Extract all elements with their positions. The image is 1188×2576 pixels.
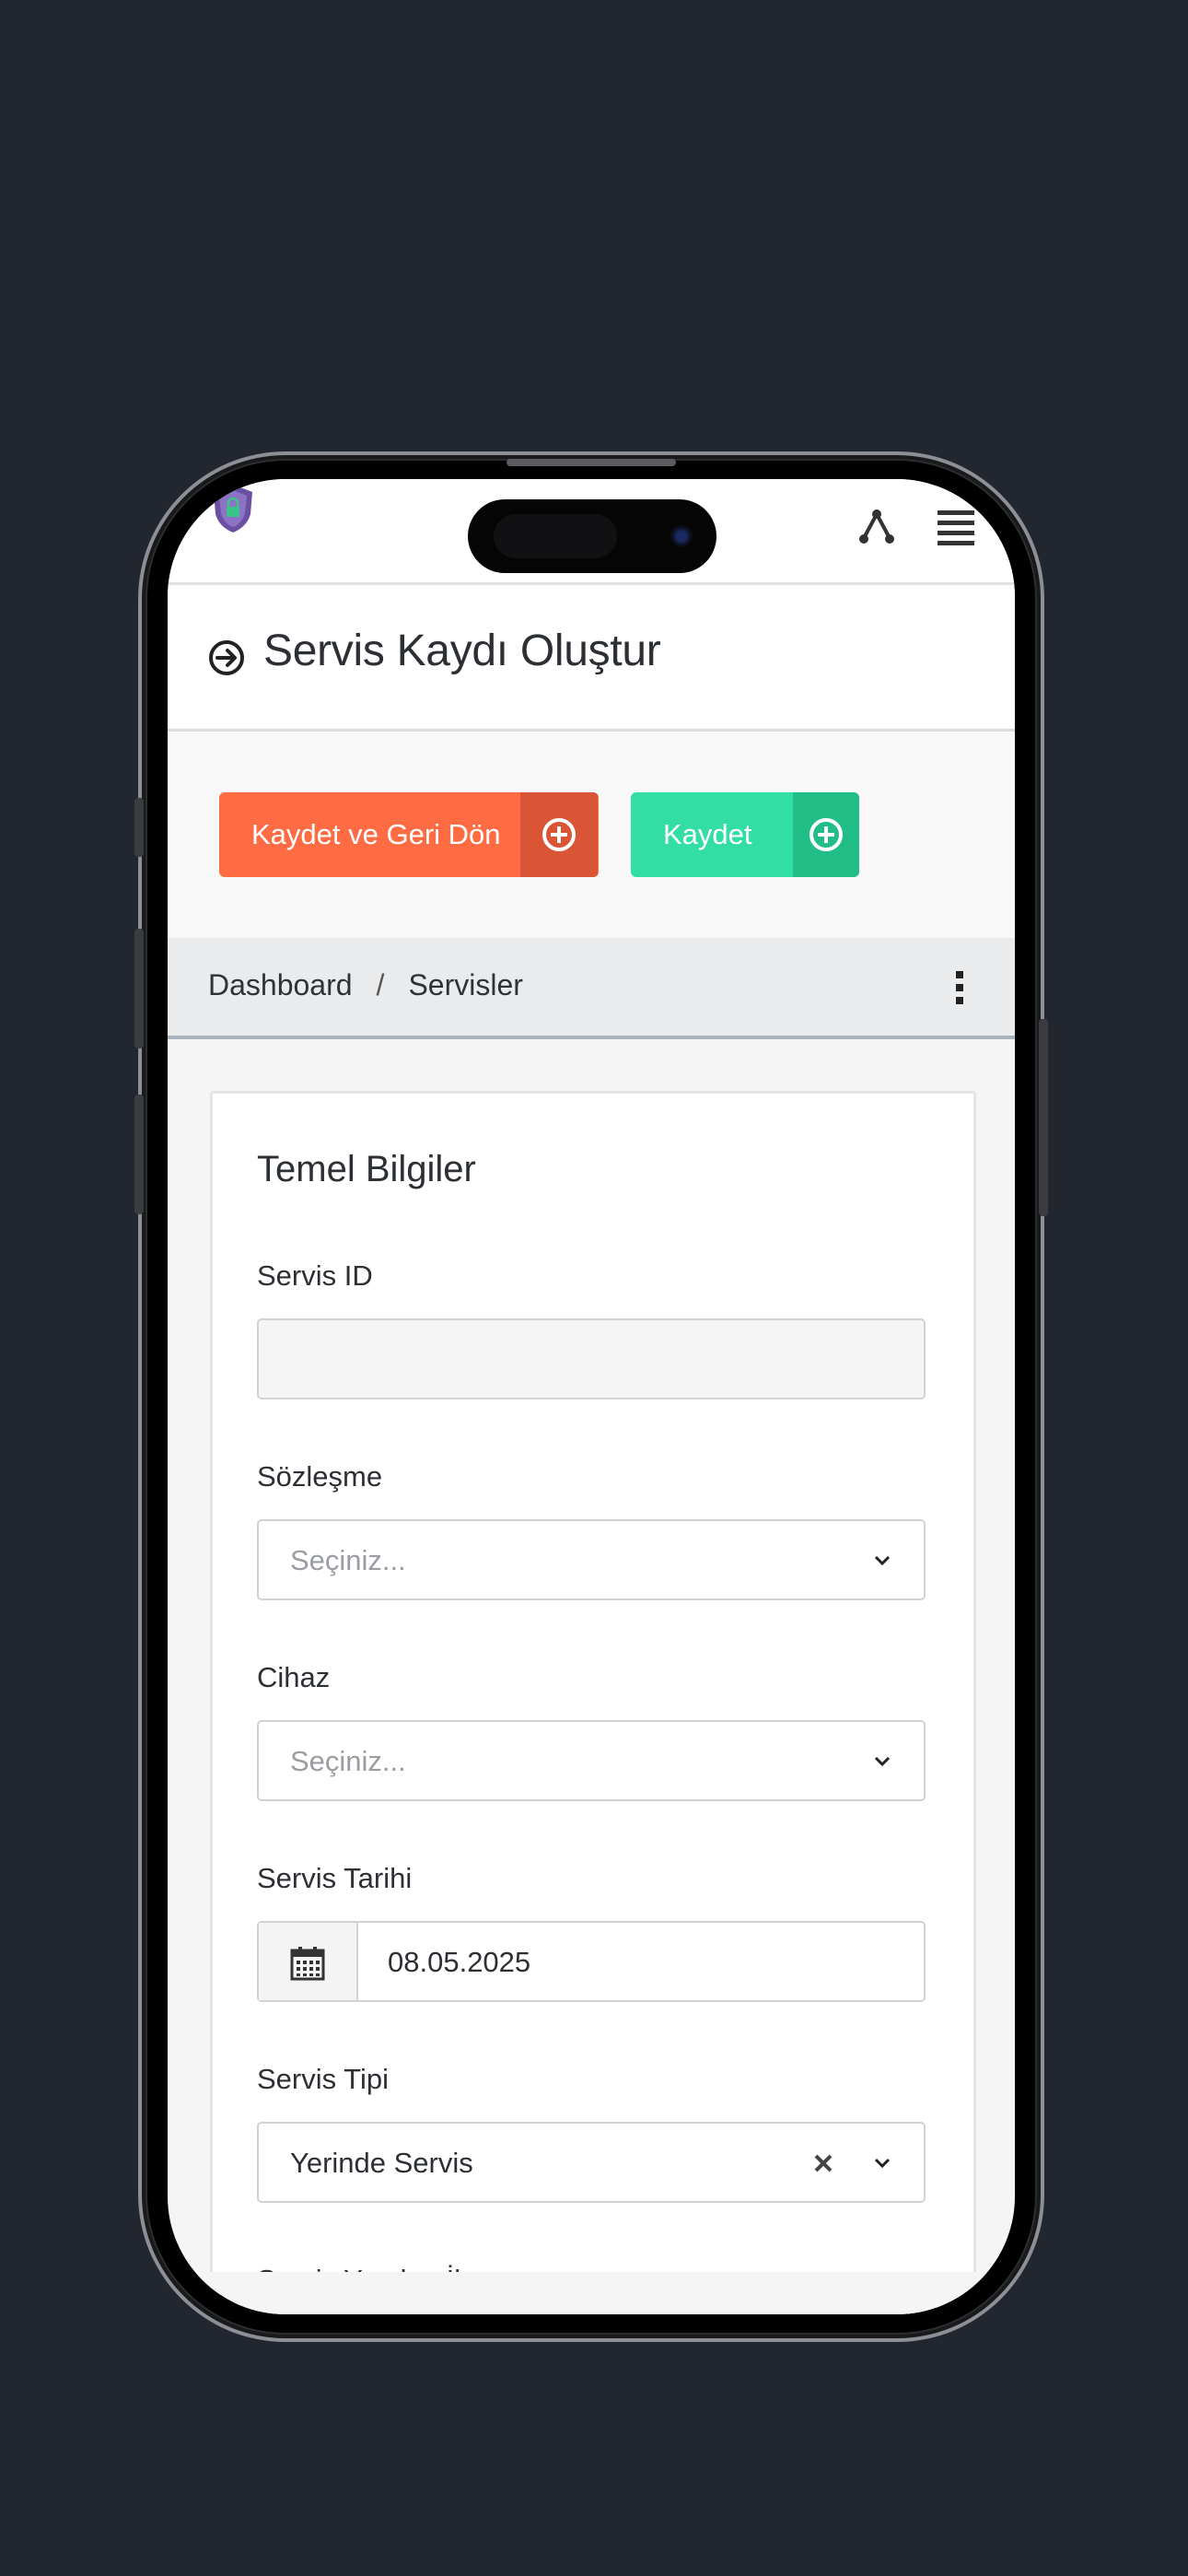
breadcrumb-trail: Dashboard / Servisler bbox=[208, 968, 523, 1002]
section-title: Temel Bilgiler bbox=[257, 1149, 476, 1189]
volume-down-button bbox=[134, 1095, 144, 1214]
app-screen: Servis Kaydı Oluştur Kaydet ve Geri Dön … bbox=[168, 479, 1015, 2314]
servis-tarihi-value: 08.05.2025 bbox=[388, 1946, 531, 1978]
arrow-right-circle-icon bbox=[209, 640, 244, 675]
bottom-safe-area bbox=[168, 2272, 1015, 2314]
more-options-icon[interactable] bbox=[952, 969, 967, 1006]
close-icon[interactable] bbox=[811, 2151, 835, 2175]
chevron-down-icon bbox=[874, 2158, 891, 2169]
servis-tipi-label: Servis Tipi bbox=[257, 2063, 389, 2095]
network-icon[interactable] bbox=[856, 507, 897, 547]
page-header: Servis Kaydı Oluştur bbox=[168, 585, 1015, 732]
chevron-down-icon bbox=[874, 1555, 891, 1566]
island-sensor bbox=[494, 514, 617, 558]
earpiece-speaker bbox=[507, 459, 676, 466]
page-title: Servis Kaydı Oluştur bbox=[263, 626, 661, 675]
shield-logo-icon[interactable] bbox=[210, 483, 256, 534]
breadcrumb-item-servisler[interactable]: Servisler bbox=[408, 968, 522, 1001]
chevron-down-icon bbox=[874, 1756, 891, 1767]
cihaz-label: Cihaz bbox=[257, 1661, 331, 1693]
servis-id-label: Servis ID bbox=[257, 1259, 373, 1292]
save-and-back-button[interactable]: Kaydet ve Geri Dön bbox=[219, 792, 599, 877]
action-button bbox=[134, 798, 144, 857]
front-camera bbox=[670, 525, 693, 547]
action-bar: Kaydet ve Geri Dön Kaydet bbox=[168, 732, 1015, 938]
servis-id-input[interactable] bbox=[257, 1318, 926, 1399]
breadcrumb-separator: / bbox=[376, 968, 385, 1001]
servis-tarihi-label: Servis Tarihi bbox=[257, 1862, 413, 1894]
hamburger-menu-icon[interactable] bbox=[936, 507, 976, 547]
calendar-button[interactable] bbox=[259, 1923, 358, 2000]
breadcrumb: Dashboard / Servisler bbox=[168, 938, 1015, 1039]
sozlesme-placeholder: Seçiniz... bbox=[290, 1544, 406, 1576]
breadcrumb-item-dashboard[interactable]: Dashboard bbox=[208, 968, 353, 1001]
volume-up-button bbox=[134, 929, 144, 1048]
cihaz-select[interactable]: Seçiniz... bbox=[257, 1720, 926, 1801]
plus-circle-icon bbox=[520, 792, 598, 877]
servis-tipi-select[interactable]: Yerinde Servis bbox=[257, 2122, 926, 2203]
save-button[interactable]: Kaydet bbox=[631, 792, 859, 877]
sozlesme-label: Sözleşme bbox=[257, 1460, 383, 1493]
power-button bbox=[1039, 1019, 1048, 1216]
servis-tarihi-input[interactable]: 08.05.2025 bbox=[257, 1921, 926, 2002]
form-card: Temel Bilgiler Servis ID Sözleşme Seçini… bbox=[210, 1091, 976, 2314]
calendar-icon bbox=[290, 1947, 325, 1981]
save-label: Kaydet bbox=[663, 818, 752, 850]
servis-tipi-value: Yerinde Servis bbox=[290, 2147, 473, 2179]
dynamic-island bbox=[468, 499, 716, 573]
cihaz-placeholder: Seçiniz... bbox=[290, 1745, 406, 1777]
sozlesme-select[interactable]: Seçiniz... bbox=[257, 1519, 926, 1600]
plus-circle-icon bbox=[792, 792, 859, 877]
save-and-back-label: Kaydet ve Geri Dön bbox=[251, 818, 501, 850]
